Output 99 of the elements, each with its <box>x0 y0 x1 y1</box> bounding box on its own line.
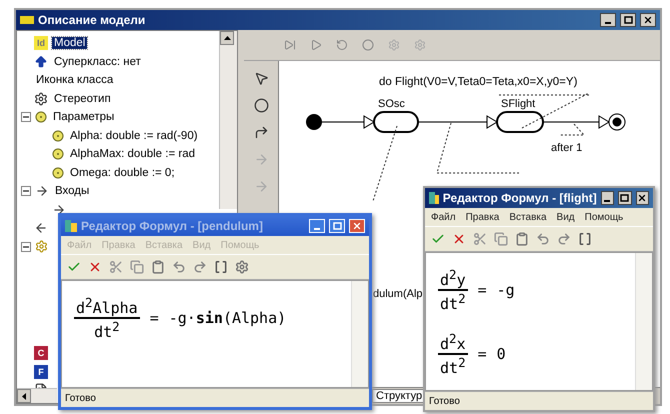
minus-icon <box>23 244 29 250</box>
maximize-button[interactable] <box>620 13 636 27</box>
equals-sign: = <box>478 281 487 299</box>
state-label: SOsc <box>378 98 405 110</box>
collapse-toggle[interactable] <box>21 186 31 196</box>
status-text: Готово <box>429 396 460 406</box>
copy-icon[interactable] <box>130 260 144 274</box>
minus-icon <box>23 114 29 120</box>
denominator: dt$^{2}$ <box>440 291 466 313</box>
step-icon[interactable] <box>284 39 296 51</box>
scrollbar[interactable] <box>219 31 237 209</box>
guard-label: after 1 <box>551 142 582 154</box>
gear-icon[interactable] <box>235 260 249 274</box>
collapse-toggle[interactable] <box>21 112 31 122</box>
class-badge-icon: Id <box>34 36 48 50</box>
scrollbar[interactable] <box>351 281 368 387</box>
class-badge-icon: C <box>34 346 48 360</box>
transition-arrow <box>322 115 375 129</box>
brackets-icon[interactable] <box>214 260 228 274</box>
menu-item[interactable]: Правка <box>466 212 500 222</box>
close-button[interactable] <box>640 13 656 27</box>
maximize-button[interactable] <box>618 191 632 205</box>
reset-icon[interactable] <box>336 39 348 51</box>
redo-icon[interactable] <box>557 232 571 246</box>
up-arrow-icon <box>224 36 230 40</box>
scrollbar[interactable] <box>17 388 57 403</box>
close-icon[interactable] <box>88 260 102 274</box>
menu-item[interactable]: Вставка <box>509 212 547 222</box>
expression: -g·sin(Alpha) <box>168 309 286 327</box>
tree-item[interactable]: Входы <box>53 185 92 198</box>
brackets-icon[interactable] <box>578 232 592 246</box>
close-icon <box>643 15 653 25</box>
gear-icon <box>34 92 48 106</box>
tree-item[interactable]: Суперкласс: нет <box>52 56 143 68</box>
note-label: dulum(Alp <box>373 288 423 300</box>
collapse-toggle[interactable] <box>21 242 31 252</box>
tree-item[interactable]: Иконка класса <box>34 74 116 86</box>
maximize-icon <box>620 194 630 202</box>
tree-item[interactable]: Параметры <box>51 111 116 124</box>
pointer-tool-icon[interactable] <box>254 71 268 86</box>
final-state <box>608 114 626 130</box>
numerator: d$^{2}$Alpha <box>74 295 140 319</box>
tree-item[interactable]: Model <box>52 37 88 50</box>
menu-item[interactable]: Помощь <box>584 212 624 222</box>
parameter-icon <box>52 130 64 142</box>
play-icon[interactable] <box>310 39 322 51</box>
window-icon <box>20 16 34 24</box>
undo-icon[interactable] <box>172 260 186 274</box>
equals-sign: = <box>478 345 487 363</box>
close-icon[interactable] <box>452 232 466 246</box>
copy-icon[interactable] <box>494 232 508 246</box>
clipboard-icon[interactable] <box>515 232 529 246</box>
close-button[interactable] <box>636 191 650 205</box>
denominator: dt$^{2}$ <box>94 319 120 341</box>
maximize-icon <box>624 16 632 24</box>
expression: 0 <box>496 345 506 363</box>
action-label: do Flight(V0=V,Teta0=Teta,x0=X,y0=Y) <box>379 76 578 88</box>
state-label: SFlight <box>501 98 536 110</box>
clipboard-icon[interactable] <box>151 260 165 274</box>
minimize-button[interactable] <box>600 191 614 205</box>
close-icon <box>352 221 362 231</box>
menu-item[interactable]: Вид <box>556 212 575 222</box>
window-title: Описание модели <box>38 13 146 27</box>
scissors-icon[interactable] <box>109 260 123 274</box>
maximize-icon <box>332 222 342 230</box>
numerator: d$^{2}$y <box>438 267 468 291</box>
tree-item[interactable]: AlphaMax: double := rad <box>68 148 197 160</box>
tree-item[interactable]: Alpha: double := rad(-90) <box>68 130 200 142</box>
parameter-icon <box>52 148 64 160</box>
left-arrow-icon <box>22 392 26 400</box>
app-icon <box>65 220 77 232</box>
undo-icon[interactable] <box>536 232 550 246</box>
parameter-icon <box>52 166 64 179</box>
tree-item[interactable]: Omega: double := 0; <box>68 166 177 179</box>
equals-sign: = <box>150 309 159 327</box>
class-badge-icon: F <box>34 364 48 379</box>
gear-icon <box>35 240 48 254</box>
initial-state <box>306 114 322 130</box>
menu-item[interactable]: Файл <box>431 212 456 222</box>
status-text: Готово <box>65 392 96 404</box>
transition-arrow <box>542 115 610 129</box>
redo-icon[interactable] <box>193 260 207 274</box>
state-tool-icon[interactable] <box>254 98 268 113</box>
window-title: Редактор Формул - [pendulum] <box>81 219 264 233</box>
scrollbar[interactable] <box>635 253 652 390</box>
transition-tool-icon[interactable] <box>254 125 268 140</box>
numerator: d$^{2}$x <box>438 331 468 355</box>
denominator: dt$^{2}$ <box>440 355 466 377</box>
parameter-icon <box>35 111 47 124</box>
minimize-button[interactable] <box>600 13 616 27</box>
minus-icon <box>23 188 29 194</box>
scissors-icon[interactable] <box>473 232 487 246</box>
tree-item[interactable]: Стереотип <box>52 92 113 105</box>
circle-icon[interactable] <box>362 39 374 51</box>
close-icon <box>637 193 648 203</box>
window-title: Редактор Формул - [flight] <box>442 191 597 205</box>
up-arrow-icon <box>34 54 48 69</box>
expression: -g <box>496 281 515 299</box>
app-icon <box>429 192 439 204</box>
